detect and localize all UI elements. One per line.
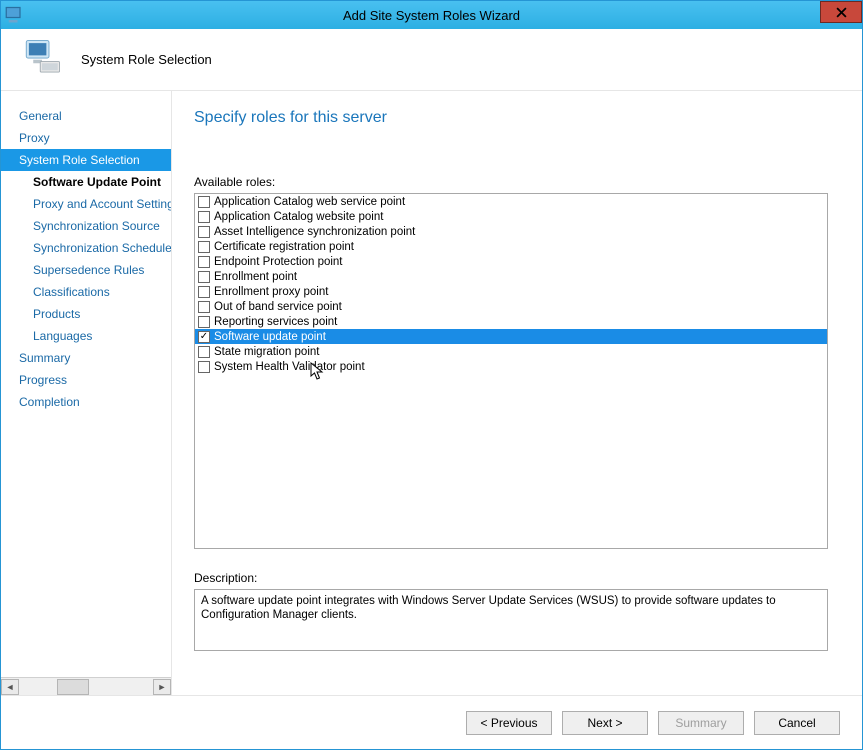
nav-item[interactable]: Completion [1, 391, 171, 413]
role-checkbox[interactable] [198, 271, 210, 283]
scroll-track[interactable] [19, 679, 153, 695]
scroll-right-button[interactable]: ► [153, 679, 171, 695]
role-checkbox[interactable] [198, 346, 210, 358]
role-label: Application Catalog website point [214, 211, 383, 223]
role-row[interactable]: Out of band service point [195, 299, 827, 314]
cancel-button[interactable]: Cancel [754, 711, 840, 735]
role-label: State migration point [214, 346, 319, 358]
role-row[interactable]: Reporting services point [195, 314, 827, 329]
nav-item[interactable]: Summary [1, 347, 171, 369]
role-checkbox[interactable] [198, 226, 210, 238]
role-checkbox[interactable] [198, 316, 210, 328]
role-checkbox[interactable] [198, 256, 210, 268]
nav-list: GeneralProxySystem Role SelectionSoftwar… [1, 91, 171, 677]
role-row[interactable]: Enrollment point [195, 269, 827, 284]
app-icon [5, 5, 25, 25]
nav-item[interactable]: System Role Selection [1, 149, 171, 171]
summary-button: Summary [658, 711, 744, 735]
computer-icon [21, 37, 63, 82]
scroll-left-button[interactable]: ◄ [1, 679, 19, 695]
role-label: Asset Intelligence synchronization point [214, 226, 415, 238]
role-checkbox[interactable] [198, 286, 210, 298]
role-label: Application Catalog web service point [214, 196, 405, 208]
available-roles-label: Available roles: [194, 175, 828, 189]
description-text: A software update point integrates with … [201, 595, 776, 621]
wizard-body: GeneralProxySystem Role SelectionSoftwar… [1, 91, 862, 695]
wizard-footer: < Previous Next > Summary Cancel [1, 695, 862, 749]
role-checkbox[interactable] [198, 241, 210, 253]
role-checkbox[interactable] [198, 301, 210, 313]
nav-item[interactable]: Proxy [1, 127, 171, 149]
next-button[interactable]: Next > [562, 711, 648, 735]
wizard-header: System Role Selection [1, 29, 862, 91]
role-row[interactable]: ✓ Software update point [195, 329, 827, 344]
wizard-window: Add Site System Roles Wizard System Role… [0, 0, 863, 750]
role-label: System Health Validator point [214, 361, 365, 373]
window-title: Add Site System Roles Wizard [343, 8, 520, 23]
previous-button[interactable]: < Previous [466, 711, 552, 735]
nav-item[interactable]: General [1, 105, 171, 127]
nav-item[interactable]: Synchronization Schedule [1, 237, 171, 259]
role-row[interactable]: System Health Validator point [195, 359, 827, 374]
role-label: Enrollment proxy point [214, 286, 328, 298]
role-row[interactable]: Application Catalog website point [195, 209, 827, 224]
sidebar: GeneralProxySystem Role SelectionSoftwar… [1, 91, 172, 695]
role-row[interactable]: Asset Intelligence synchronization point [195, 224, 827, 239]
main-panel: Specify roles for this server Available … [172, 91, 862, 695]
role-checkbox[interactable] [198, 361, 210, 373]
role-label: Certificate registration point [214, 241, 354, 253]
nav-item[interactable]: Supersedence Rules [1, 259, 171, 281]
nav-item[interactable]: Progress [1, 369, 171, 391]
scroll-thumb[interactable] [57, 679, 89, 695]
nav-item[interactable]: Languages [1, 325, 171, 347]
role-label: Enrollment point [214, 271, 297, 283]
sidebar-scrollbar[interactable]: ◄ ► [1, 677, 171, 695]
role-checkbox[interactable] [198, 196, 210, 208]
role-checkbox[interactable] [198, 211, 210, 223]
role-label: Endpoint Protection point [214, 256, 343, 268]
titlebar: Add Site System Roles Wizard [1, 1, 862, 29]
role-checkbox[interactable]: ✓ [198, 331, 210, 343]
role-row[interactable]: Endpoint Protection point [195, 254, 827, 269]
role-row[interactable]: Certificate registration point [195, 239, 827, 254]
description-label: Description: [194, 571, 828, 585]
close-button[interactable] [820, 1, 862, 23]
nav-item[interactable]: Software Update Point [1, 171, 171, 193]
role-row[interactable]: Enrollment proxy point [195, 284, 827, 299]
available-roles-list[interactable]: Application Catalog web service point App… [194, 193, 828, 549]
page-heading: System Role Selection [81, 52, 212, 67]
nav-item[interactable]: Classifications [1, 281, 171, 303]
nav-item[interactable]: Proxy and Account Settings [1, 193, 171, 215]
role-row[interactable]: State migration point [195, 344, 827, 359]
description-box: A software update point integrates with … [194, 589, 828, 651]
role-label: Reporting services point [214, 316, 337, 328]
main-title: Specify roles for this server [194, 109, 828, 127]
role-row[interactable]: Application Catalog web service point [195, 194, 827, 209]
role-label: Software update point [214, 331, 326, 343]
nav-item[interactable]: Synchronization Source [1, 215, 171, 237]
nav-item[interactable]: Products [1, 303, 171, 325]
role-label: Out of band service point [214, 301, 342, 313]
